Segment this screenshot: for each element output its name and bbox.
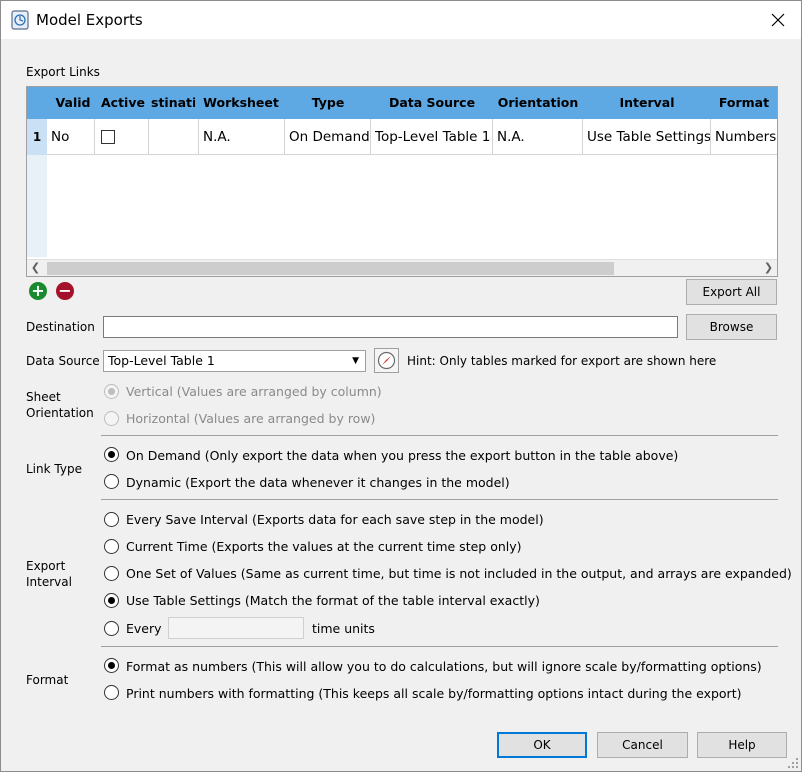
cell-active[interactable] xyxy=(95,119,149,155)
horizontal-scrollbar[interactable]: ❮ ❯ xyxy=(27,259,777,276)
cell-worksheet[interactable]: N.A. xyxy=(199,119,285,155)
interval-current-time-label: Current Time (Exports the values at the … xyxy=(126,539,522,554)
column-header-type[interactable]: Type xyxy=(285,87,371,119)
browse-button[interactable]: Browse xyxy=(686,314,777,340)
interval-every-save-radio[interactable] xyxy=(104,512,119,527)
orientation-horizontal-radio[interactable] xyxy=(104,411,119,426)
divider xyxy=(101,499,778,500)
link-type-on-demand-label: On Demand (Only export the data when you… xyxy=(126,448,679,463)
export-interval-label-1: Export xyxy=(26,559,66,573)
data-source-select[interactable]: Top-Level Table 1 ▼ xyxy=(103,350,366,372)
export-interval-label-2: Interval xyxy=(26,575,72,589)
destination-label: Destination xyxy=(26,320,95,334)
active-checkbox[interactable] xyxy=(101,130,115,144)
link-type-dynamic-radio[interactable] xyxy=(104,474,119,489)
column-header-worksheet[interactable]: Worksheet xyxy=(199,87,283,119)
destination-input[interactable] xyxy=(103,316,678,338)
scroll-left-icon[interactable]: ❮ xyxy=(27,260,44,276)
data-source-label: Data Source xyxy=(26,354,100,368)
export-links-table[interactable]: Valid Active stinati Worksheet Type Data… xyxy=(26,86,778,277)
cell-orientation[interactable]: N.A. xyxy=(493,119,583,155)
cell-interval[interactable]: Use Table Settings xyxy=(583,119,711,155)
orientation-horizontal-label: Horizontal (Values are arranged by row) xyxy=(126,411,376,426)
cell-format[interactable]: Numbers xyxy=(711,119,777,155)
scroll-right-icon[interactable]: ❯ xyxy=(760,260,777,276)
export-all-button[interactable]: Export All xyxy=(686,279,777,305)
cell-valid[interactable]: No xyxy=(47,119,95,155)
sheet-orientation-label-1: Sheet xyxy=(26,390,61,404)
close-icon xyxy=(771,13,785,27)
format-numbers-radio[interactable] xyxy=(104,658,119,673)
link-type-on-demand-radio[interactable] xyxy=(104,447,119,462)
chevron-down-icon: ▼ xyxy=(352,356,359,366)
app-icon xyxy=(11,10,29,30)
column-header-interval[interactable]: Interval xyxy=(583,87,711,119)
column-header-data-source[interactable]: Data Source xyxy=(371,87,493,119)
locate-table-button[interactable] xyxy=(374,348,399,373)
data-source-hint: Hint: Only tables marked for export are … xyxy=(407,354,717,368)
resize-grip-icon[interactable] xyxy=(787,757,799,769)
orientation-vertical-label: Vertical (Values are arranged by column) xyxy=(126,384,382,399)
title-bar: Model Exports xyxy=(1,1,801,39)
column-header-valid[interactable]: Valid xyxy=(53,87,93,119)
close-button[interactable] xyxy=(765,7,791,33)
interval-every-radio[interactable] xyxy=(104,621,119,636)
sheet-orientation-label-2: Orientation xyxy=(26,406,94,420)
interval-every-label: Every xyxy=(126,621,162,636)
row-number: 1 xyxy=(27,119,47,155)
add-link-icon[interactable]: + xyxy=(29,282,47,300)
interval-current-time-radio[interactable] xyxy=(104,539,119,554)
cell-data-source[interactable]: Top-Level Table 1 xyxy=(371,119,493,155)
table-header: Valid Active stinati Worksheet Type Data… xyxy=(27,87,777,119)
divider xyxy=(101,435,778,436)
cancel-button[interactable]: Cancel xyxy=(597,732,688,758)
format-with-formatting-radio[interactable] xyxy=(104,685,119,700)
interval-one-set-radio[interactable] xyxy=(104,566,119,581)
data-source-selected: Top-Level Table 1 xyxy=(108,353,215,368)
help-button[interactable]: Help xyxy=(697,732,787,758)
interval-table-settings-label: Use Table Settings (Match the format of … xyxy=(126,593,540,608)
cell-type[interactable]: On Demand xyxy=(285,119,371,155)
link-type-dynamic-label: Dynamic (Export the data whenever it cha… xyxy=(126,475,510,490)
compass-icon xyxy=(377,351,396,370)
scrollbar-thumb[interactable] xyxy=(47,262,614,275)
ok-button[interactable]: OK xyxy=(497,732,587,758)
interval-every-save-label: Every Save Interval (Exports data for ea… xyxy=(126,512,544,527)
table-row[interactable]: 1 No N.A. On Demand Top-Level Table 1 N.… xyxy=(27,119,777,155)
column-header-destination[interactable]: stinati xyxy=(151,87,195,119)
remove-link-icon[interactable]: − xyxy=(56,282,74,300)
interval-every-input[interactable] xyxy=(168,617,304,639)
orientation-vertical-radio[interactable] xyxy=(104,384,119,399)
format-numbers-label: Format as numbers (This will allow you t… xyxy=(126,659,762,674)
cell-destination[interactable] xyxy=(149,119,199,155)
divider xyxy=(101,646,778,647)
column-header-format[interactable]: Format xyxy=(711,87,777,119)
format-with-formatting-label: Print numbers with formatting (This keep… xyxy=(126,686,742,701)
column-header-orientation[interactable]: Orientation xyxy=(493,87,583,119)
interval-table-settings-radio[interactable] xyxy=(104,593,119,608)
export-links-label: Export Links xyxy=(26,65,100,79)
column-header-active[interactable]: Active xyxy=(99,87,147,119)
time-units-label: time units xyxy=(312,621,375,636)
window-title: Model Exports xyxy=(36,11,143,29)
model-exports-dialog: Model Exports Export Links Valid Active … xyxy=(0,0,802,772)
format-label: Format xyxy=(26,673,69,687)
interval-one-set-label: One Set of Values (Same as current time,… xyxy=(126,566,792,581)
link-type-label: Link Type xyxy=(26,462,82,476)
